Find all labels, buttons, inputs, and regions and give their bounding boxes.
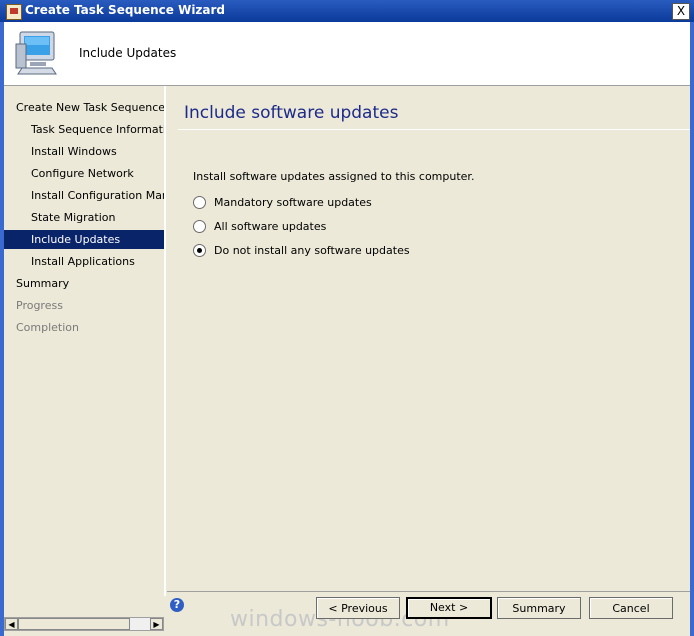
cancel-button[interactable]: Cancel	[589, 597, 673, 619]
nav-item-install-windows[interactable]: Install Windows	[4, 142, 164, 161]
summary-button[interactable]: Summary	[497, 597, 581, 619]
help-icon[interactable]: ?	[170, 598, 184, 612]
option-label: Do not install any software updates	[214, 243, 410, 257]
page-title: Include software updates	[184, 103, 399, 123]
nav-item-configure-network[interactable]: Configure Network	[4, 164, 164, 183]
wizard-header: Include Updates	[4, 22, 690, 86]
window-title: Create Task Sequence Wizard	[25, 3, 226, 17]
wizard-steps-nav: Create New Task Sequence Task Sequence I…	[4, 86, 166, 596]
nav-item-install-applications[interactable]: Install Applications	[4, 252, 164, 271]
title-bar: Create Task Sequence Wizard X	[0, 0, 694, 22]
computer-icon	[15, 31, 57, 75]
scroll-right-icon[interactable]: ▶	[150, 618, 163, 630]
footer-divider	[167, 591, 690, 592]
nav-horizontal-scrollbar[interactable]: ◀ ▶	[4, 617, 164, 631]
option-label: Mandatory software updates	[214, 195, 372, 209]
close-button[interactable]: X	[672, 3, 690, 20]
header-title: Include Updates	[79, 46, 177, 60]
nav-item-include-updates[interactable]: Include Updates	[4, 230, 164, 249]
scroll-thumb[interactable]	[18, 618, 130, 630]
scroll-left-icon[interactable]: ◀	[5, 618, 18, 630]
nav-item-completion: Completion	[16, 321, 80, 334]
title-divider	[178, 129, 690, 130]
radio-button[interactable]	[193, 195, 206, 209]
option-all-updates[interactable]: All software updates	[193, 218, 326, 234]
nav-item-summary[interactable]: Summary	[4, 274, 164, 293]
previous-button[interactable]: < Previous	[316, 597, 400, 619]
wizard-content: Include software updates Install softwar…	[167, 86, 690, 591]
radio-button-checked[interactable]	[193, 243, 206, 257]
option-no-updates[interactable]: Do not install any software updates	[193, 242, 410, 258]
nav-item-install-configuration-manager[interactable]: Install Configuration Manag	[4, 186, 164, 205]
option-mandatory-updates[interactable]: Mandatory software updates	[193, 194, 372, 210]
page-description: Install software updates assigned to thi…	[193, 170, 475, 183]
option-label: All software updates	[214, 219, 327, 233]
wizard-app-icon	[6, 4, 22, 20]
radio-button[interactable]	[193, 219, 206, 233]
nav-item-progress: Progress	[16, 299, 63, 312]
nav-item-state-migration[interactable]: State Migration	[4, 208, 164, 227]
nav-item-task-sequence-information[interactable]: Task Sequence Information	[4, 120, 164, 139]
window-border-right	[690, 22, 694, 636]
nav-item-create-new-task-sequence[interactable]: Create New Task Sequence	[4, 98, 164, 117]
next-button[interactable]: Next >	[406, 597, 492, 619]
